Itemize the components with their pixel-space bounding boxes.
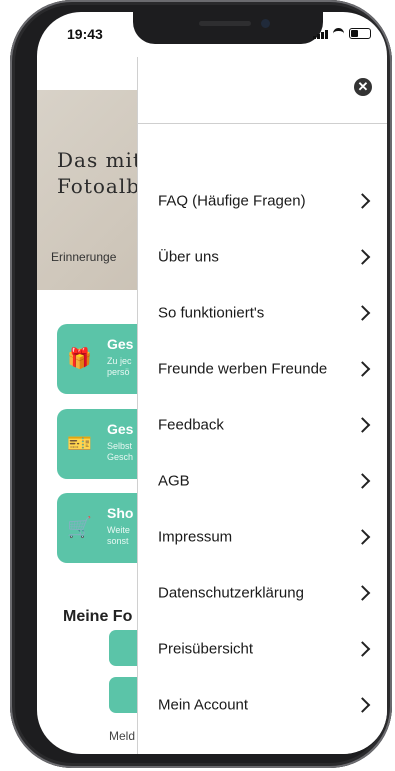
menu-item-account[interactable]: Mein Account	[138, 677, 387, 733]
chevron-right-icon	[354, 473, 371, 489]
hero-subtitle: Erinnerunge	[51, 250, 117, 264]
chevron-right-icon	[354, 305, 371, 321]
menu-item-privacy[interactable]: Datenschutzerklärung	[138, 565, 387, 621]
phone-screen: 19:43 Das mit Fotoalb Erinnerunge 🎁 Ges …	[37, 12, 387, 754]
menu-item-about[interactable]: Über uns	[138, 229, 387, 285]
menu-item-label: Über uns	[158, 248, 219, 266]
menu-item-label: Feedback	[158, 416, 224, 434]
battery-icon	[349, 28, 371, 39]
menu-item-label: AGB	[158, 472, 190, 490]
hero-title: Das mit Fotoalb	[57, 148, 142, 198]
menu-item-how-it-works[interactable]: So funktioniert's	[138, 285, 387, 341]
menu-item-label: Datenschutzerklärung	[158, 584, 304, 602]
side-menu: ✕ FAQ (Häufige Fragen) Über uns So funkt…	[137, 57, 387, 754]
section-title: Meine Fo	[63, 608, 133, 625]
voucher-icon: 🎫	[67, 433, 92, 455]
signal-icon	[313, 30, 328, 39]
menu-item-label: Preisübersicht	[158, 640, 254, 658]
menu-item-pricing[interactable]: Preisübersicht	[138, 621, 387, 677]
notch	[133, 12, 323, 44]
card-title: Sho	[107, 505, 134, 521]
menu-item-impressum[interactable]: Impressum	[138, 509, 387, 565]
speaker	[199, 21, 251, 26]
chevron-right-icon	[354, 361, 371, 377]
close-icon[interactable]: ✕	[354, 78, 372, 96]
menu-item-agb[interactable]: AGB	[138, 453, 387, 509]
chevron-right-icon	[354, 641, 371, 657]
menu-header: ✕	[138, 57, 387, 124]
chevron-right-icon	[354, 697, 371, 713]
gift-icon: 🎁	[67, 348, 92, 370]
chevron-right-icon	[354, 249, 371, 265]
card-title: Ges	[107, 336, 134, 352]
phone-frame: 19:43 Das mit Fotoalb Erinnerunge 🎁 Ges …	[10, 0, 392, 768]
chevron-right-icon	[354, 529, 371, 545]
wifi-icon	[333, 28, 344, 39]
cart-icon: 🛒	[67, 517, 92, 539]
menu-item-refer-friends[interactable]: Freunde werben Freunde	[138, 341, 387, 397]
menu-item-label: Mein Account	[158, 696, 249, 714]
menu-item-label: FAQ (Häufige Fragen)	[158, 192, 306, 210]
menu-item-feedback[interactable]: Feedback	[138, 397, 387, 453]
menu-item-label: Impressum	[158, 528, 233, 546]
menu-item-label: Freunde werben Freunde	[158, 360, 328, 378]
chevron-right-icon	[354, 193, 371, 209]
status-icons	[313, 28, 371, 39]
card-title: Ges	[107, 421, 134, 437]
menu-item-label: So funktioniert's	[158, 304, 265, 322]
status-time: 19:43	[67, 26, 103, 42]
chevron-right-icon	[354, 585, 371, 601]
front-camera	[261, 19, 270, 28]
chevron-right-icon	[354, 417, 371, 433]
menu-item-faq[interactable]: FAQ (Häufige Fragen)	[138, 173, 387, 229]
footer-text: Meld	[109, 729, 136, 743]
